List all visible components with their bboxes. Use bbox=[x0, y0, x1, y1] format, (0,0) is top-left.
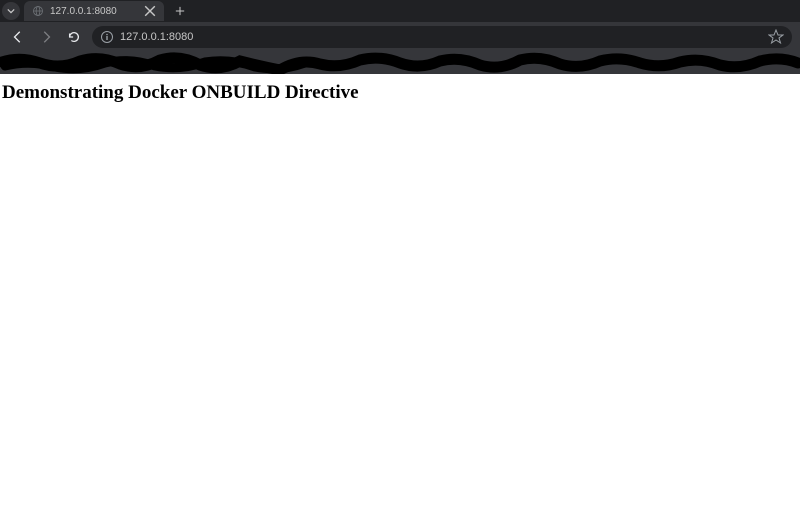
close-icon bbox=[144, 5, 156, 17]
scribble-icon bbox=[0, 52, 800, 74]
site-info-button[interactable] bbox=[100, 30, 114, 44]
tab-title: 127.0.0.1:8080 bbox=[50, 6, 138, 17]
new-tab-button[interactable] bbox=[170, 1, 190, 21]
info-icon bbox=[100, 30, 114, 44]
reload-button[interactable] bbox=[64, 27, 84, 47]
bookmark-button[interactable] bbox=[768, 29, 784, 45]
address-bar[interactable]: 127.0.0.1:8080 bbox=[92, 26, 792, 48]
globe-icon bbox=[32, 5, 44, 17]
tab-bar: 127.0.0.1:8080 bbox=[0, 0, 800, 22]
back-button[interactable] bbox=[8, 27, 28, 47]
tab-search-button[interactable] bbox=[2, 2, 20, 20]
url-text[interactable]: 127.0.0.1:8080 bbox=[120, 31, 762, 43]
reload-icon bbox=[67, 30, 81, 44]
redaction-bar bbox=[0, 52, 800, 74]
star-icon bbox=[768, 29, 784, 45]
tab-close-button[interactable] bbox=[144, 5, 156, 17]
page-heading: Demonstrating Docker ONBUILD Directive bbox=[2, 82, 798, 104]
page-content: Demonstrating Docker ONBUILD Directive bbox=[0, 74, 800, 112]
plus-icon bbox=[175, 6, 185, 16]
toolbar: 127.0.0.1:8080 bbox=[0, 22, 800, 52]
browser-chrome: 127.0.0.1:8080 bbox=[0, 0, 800, 74]
arrow-left-icon bbox=[11, 30, 25, 44]
chevron-down-icon bbox=[7, 7, 15, 15]
forward-button[interactable] bbox=[36, 27, 56, 47]
arrow-right-icon bbox=[39, 30, 53, 44]
browser-tab[interactable]: 127.0.0.1:8080 bbox=[24, 1, 164, 21]
